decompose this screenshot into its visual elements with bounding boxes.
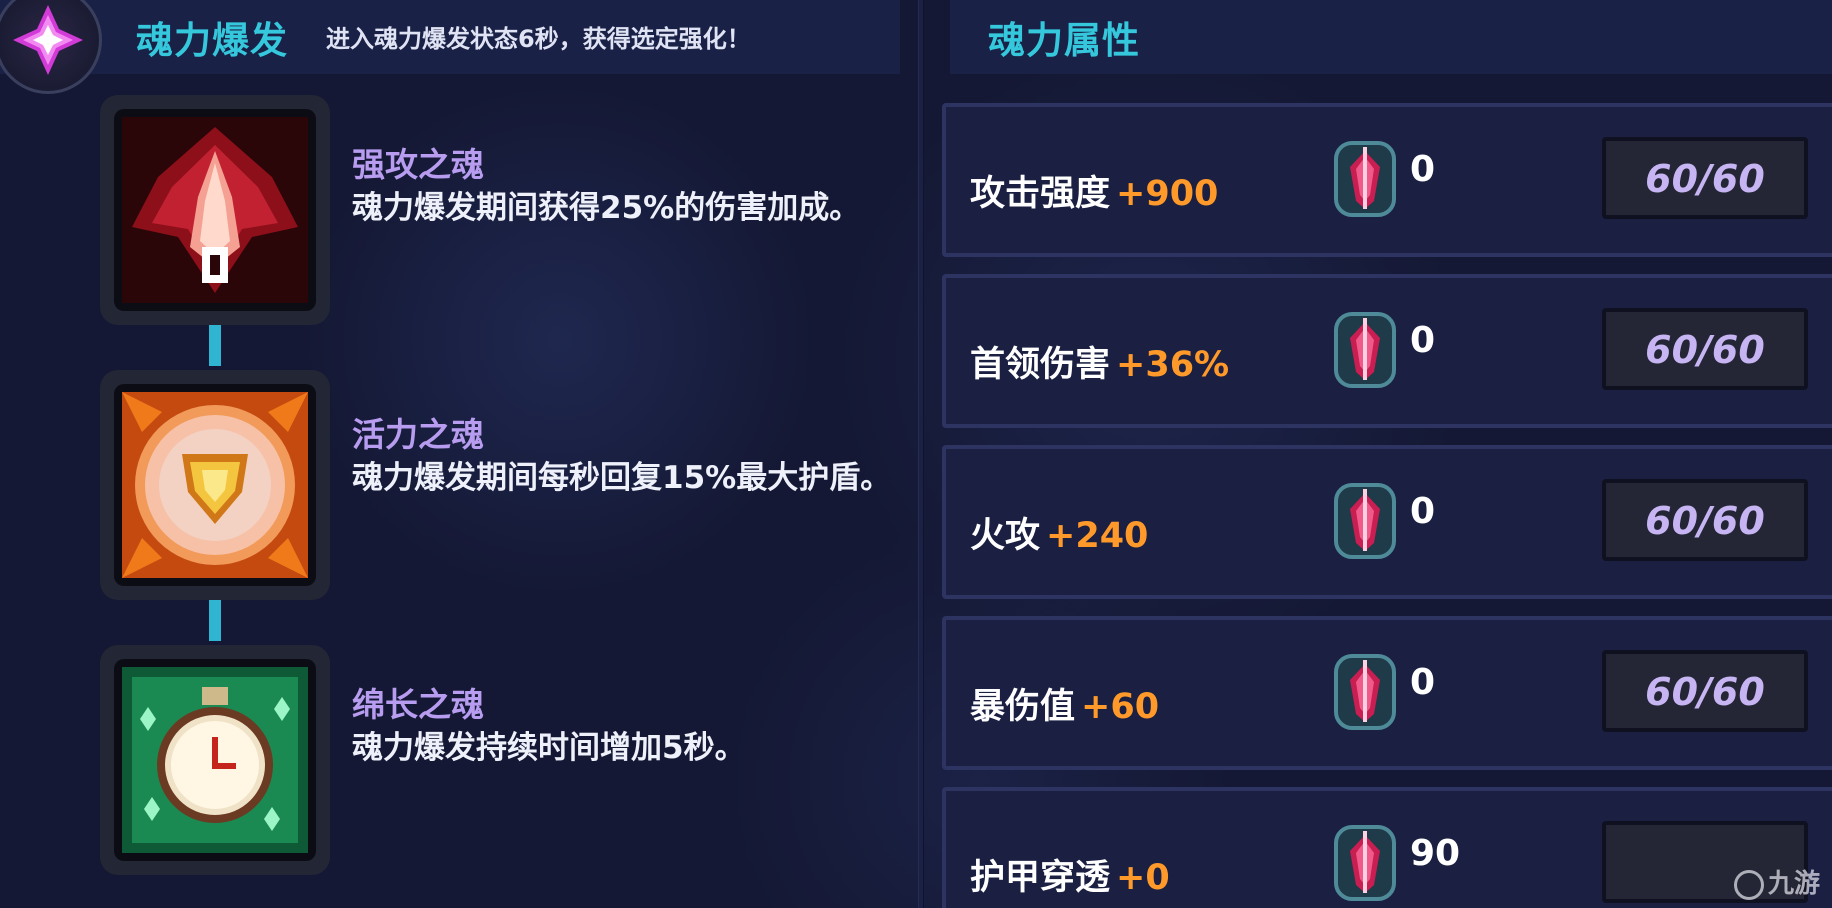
level-cap-text: 60/60 bbox=[1645, 670, 1765, 714]
soul-burst-description: 进入魂力爆发状态6秒，获得选定强化！ bbox=[326, 25, 751, 53]
attribute-label: 护甲穿透 +0 bbox=[970, 849, 1170, 900]
attribute-name: 护甲穿透 bbox=[970, 858, 1111, 898]
attribute-name: 攻击强度 bbox=[970, 174, 1111, 214]
skill-slot-vitality-soul[interactable] bbox=[100, 370, 330, 600]
gem-count: 90 bbox=[1410, 833, 1461, 874]
soul-gem-icon bbox=[1334, 141, 1396, 217]
attribute-bonus: +36% bbox=[1116, 345, 1230, 385]
gem-count: 0 bbox=[1410, 149, 1436, 190]
level-cap-box: 60/60 bbox=[1602, 137, 1808, 219]
attribute-label: 火攻 +240 bbox=[970, 507, 1148, 558]
skill-description: 魂力爆发期间每秒回复15%最大护盾。 bbox=[352, 460, 892, 496]
attribute-row-fire-attack[interactable]: 火攻 +240 0 60/60 bbox=[942, 445, 1832, 599]
attribute-bonus: +0 bbox=[1116, 858, 1170, 898]
skill-description: 魂力爆发期间获得25%的伤害加成。 bbox=[352, 190, 861, 226]
level-cap-text: 60/60 bbox=[1645, 157, 1765, 201]
soul-gem-icon bbox=[1334, 825, 1396, 901]
attribute-name: 火攻 bbox=[970, 516, 1041, 556]
attribute-row-attack[interactable]: 攻击强度 +900 0 60/60 bbox=[942, 103, 1832, 257]
soul-gem-icon bbox=[1334, 483, 1396, 559]
skill-slot-lasting-soul[interactable] bbox=[100, 645, 330, 875]
gem-count: 0 bbox=[1410, 662, 1436, 703]
soul-burst-panel: 魂力爆发 进入魂力爆发状态6秒，获得选定强化！ 强攻之魂 魂力爆发期间获得25%… bbox=[0, 0, 910, 908]
attribute-label: 暴伤值 +60 bbox=[970, 678, 1159, 729]
purple-crystal-icon bbox=[0, 0, 102, 94]
attribute-bonus: +60 bbox=[1081, 687, 1160, 727]
skill-name: 绵长之魂 bbox=[352, 685, 484, 724]
soul-burst-title: 魂力爆发 bbox=[136, 19, 288, 62]
attribute-bonus: +240 bbox=[1046, 516, 1149, 556]
attribute-label: 攻击强度 +900 bbox=[970, 165, 1218, 216]
soul-gem-icon bbox=[1334, 654, 1396, 730]
watermark-text: 九游 bbox=[1767, 869, 1820, 899]
skill-slot-power-soul[interactable] bbox=[100, 95, 330, 325]
level-cap-text: 60/60 bbox=[1645, 328, 1765, 372]
soul-gem-icon bbox=[1334, 312, 1396, 388]
gem-count: 0 bbox=[1410, 320, 1436, 361]
attribute-label: 首领伤害 +36% bbox=[970, 336, 1229, 387]
attribute-name: 首领伤害 bbox=[970, 345, 1111, 385]
level-cap-box: 60/60 bbox=[1602, 479, 1808, 561]
attribute-name: 暴伤值 bbox=[970, 687, 1076, 727]
soul-attributes-title: 魂力属性 bbox=[988, 19, 1140, 62]
red-sword-soul-icon bbox=[122, 117, 308, 303]
gem-count: 0 bbox=[1410, 491, 1436, 532]
attribute-row-armor-penetration[interactable]: 护甲穿透 +0 90 bbox=[942, 787, 1832, 908]
skill-name: 活力之魂 bbox=[352, 415, 484, 454]
skill-name: 强攻之魂 bbox=[352, 145, 484, 184]
skill-description: 魂力爆发持续时间增加5秒。 bbox=[352, 730, 746, 766]
level-cap-text: 60/60 bbox=[1645, 499, 1765, 543]
level-cap-box: 60/60 bbox=[1602, 650, 1808, 732]
panel-divider bbox=[918, 0, 924, 908]
green-clock-soul-icon bbox=[122, 667, 308, 853]
level-cap-box: 60/60 bbox=[1602, 308, 1808, 390]
attribute-row-crit-damage[interactable]: 暴伤值 +60 0 60/60 bbox=[942, 616, 1832, 770]
attribute-bonus: +900 bbox=[1116, 174, 1219, 214]
watermark-logo-icon bbox=[1733, 869, 1764, 900]
orange-shield-soul-icon bbox=[122, 392, 308, 578]
attribute-row-boss-damage[interactable]: 首领伤害 +36% 0 60/60 bbox=[942, 274, 1832, 428]
watermark: 九游 bbox=[1733, 863, 1820, 900]
